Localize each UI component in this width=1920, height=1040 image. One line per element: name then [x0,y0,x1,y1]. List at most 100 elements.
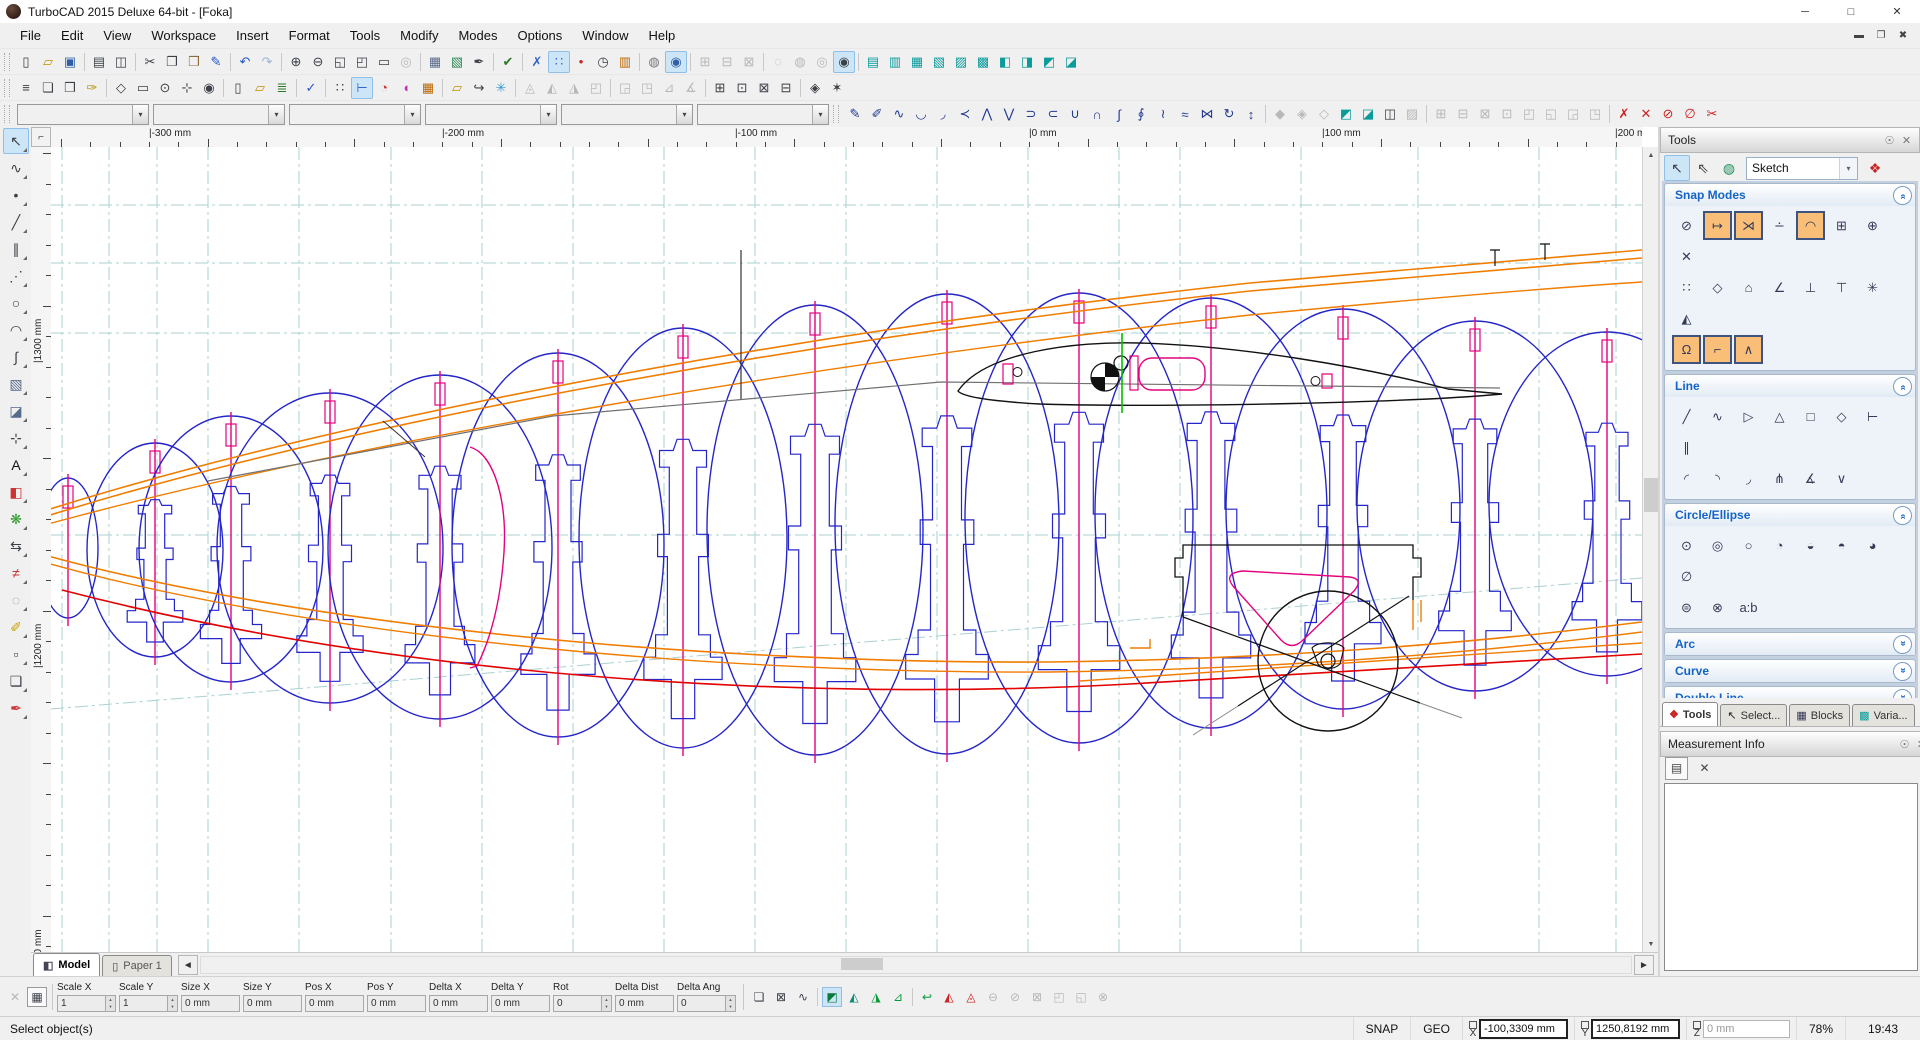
menu-options[interactable]: Options [507,25,572,46]
view-iso-se-icon[interactable]: ◩ [1038,51,1060,73]
audit-check-icon[interactable]: ✓ [300,77,322,99]
history-icon[interactable]: ◷ [592,51,614,73]
palette-tab-varia[interactable]: ▩Varia... [1852,704,1914,726]
line-polyline-icon[interactable]: ∿ [1704,403,1731,430]
palette-tab-select[interactable]: ↖Select... [1720,704,1787,726]
chevron-double-down-icon[interactable]: « [1893,689,1912,699]
workplane-wp-icon[interactable]: ◭ [844,987,864,1007]
menu-format[interactable]: Format [279,25,340,46]
geo-toggle[interactable]: GEO [1410,1017,1462,1040]
layer-folder-icon[interactable]: ▱ [249,77,271,99]
chevron-down-icon[interactable]: ▾ [540,105,556,124]
chevron-double-down-icon[interactable]: « [1893,635,1912,654]
chevron-down-icon[interactable]: ▾ [676,105,692,124]
maximize-button[interactable]: □ [1828,0,1874,23]
undo-icon[interactable]: ↶ [234,51,256,73]
offset-curve-icon[interactable]: ≺ [954,103,976,125]
attach-link-icon[interactable]: ⇆ [3,533,29,559]
move-icon[interactable]: ⊹ [3,425,29,451]
zoom-window-icon[interactable]: ◱ [329,51,351,73]
menu-modes[interactable]: Modes [448,25,507,46]
zoom-in-icon[interactable]: ⊕ [285,51,307,73]
save-icon[interactable]: ▣ [59,51,81,73]
field-input[interactable]: 0 mm [305,995,364,1012]
pin-icon[interactable]: ☉ [1896,736,1913,753]
construction-line-icon[interactable]: ⋰ [3,263,29,289]
circle-tan-arc-icon[interactable]: ∅ [1673,563,1700,590]
copy-entity-icon[interactable]: ❏ [37,77,59,99]
paste-icon[interactable]: ❒ [183,51,205,73]
pen-pattern-combo[interactable]: ▾ [289,104,421,125]
menu-edit[interactable]: Edit [51,25,93,46]
visualize-eye-icon[interactable]: ◉ [665,51,687,73]
insert-symbol-icon[interactable]: ❋ [3,506,29,532]
palette-tab-tools[interactable]: ❖Tools [1662,702,1718,726]
style-brush-icon[interactable]: ✑ [81,77,103,99]
field-input[interactable]: 0 mm [367,995,426,1012]
chamfer-icon[interactable]: ◞ [932,103,954,125]
select-window-icon[interactable]: ▭ [132,77,154,99]
tsquare-ortho-icon[interactable]: ⊢ [351,77,373,99]
section-header-double-line[interactable]: Double Line« [1665,687,1915,698]
section-header-circle-ellipse[interactable]: Circle/Ellipse« [1665,504,1915,526]
snap-tangent-icon[interactable]: ∠ [1766,274,1793,301]
ruler-origin-button[interactable]: ⌐ [31,127,51,147]
spell-check-icon[interactable]: ✔ [497,51,519,73]
scroll-down-button[interactable]: ▼ [1643,936,1659,952]
menu-workspace[interactable]: Workspace [141,25,226,46]
snap-no-snap-icon[interactable]: ⊘ [1673,212,1700,239]
pen-width-combo[interactable]: ▾ [153,104,285,125]
circle-double-point-icon[interactable]: ○ [1735,532,1762,559]
intersect-2d-icon[interactable]: ∩ [1086,103,1108,125]
chevron-double-up-icon[interactable]: « [1893,186,1912,205]
zoom-extents-icon[interactable]: ◰ [351,51,373,73]
modify-trim-icon[interactable]: ≠ [3,560,29,586]
section-header-curve[interactable]: Curve« [1665,660,1915,682]
union-2d-icon[interactable]: ∪ [1064,103,1086,125]
menu-help[interactable]: Help [639,25,686,46]
snap-angle-icon[interactable]: ∧ [1734,335,1763,364]
facet-side-icon[interactable]: ◫ [1379,103,1401,125]
view-right-icon[interactable]: ▨ [950,51,972,73]
palette-tab-blocks[interactable]: ▦Blocks [1789,704,1850,726]
mdi-close-button[interactable]: ✖ [1892,27,1914,45]
snap-workplane-icon[interactable]: ⊞ [1828,212,1855,239]
drawing-viewport[interactable] [51,147,1642,952]
sketch-polyline-icon[interactable]: ∿ [3,155,29,181]
field-input[interactable]: 0 mm [615,995,674,1012]
xds-snowflake-icon[interactable]: ✳ [490,77,512,99]
toolbar-grip[interactable] [833,105,839,123]
workplane-combo[interactable]: Sketch▾ [1746,157,1858,180]
circle-tan-from-point-icon[interactable]: ◓ [1828,532,1855,559]
line-polygon-icon[interactable]: ▷ [1735,403,1762,430]
circle-tan-to-line-icon[interactable]: ◒ [1797,532,1824,559]
erase-icon[interactable]: ◌ [3,587,29,613]
line-bisector-icon[interactable]: ∨ [1828,465,1855,492]
toolbox-icon[interactable]: ❖ [1862,155,1888,181]
edit-polyline-icon[interactable]: ✎ [844,103,866,125]
chevron-double-up-icon[interactable]: « [1893,377,1912,396]
selector-2d-icon[interactable]: ◭ [939,987,959,1007]
zoom-printed-size-icon[interactable]: ▭ [373,51,395,73]
view-front-icon[interactable]: ▥ [884,51,906,73]
snap-perpendicular-icon[interactable]: ⊥ [1797,274,1824,301]
view-iso-sw-icon[interactable]: ◪ [1060,51,1082,73]
chevron-double-up-icon[interactable]: « [1893,506,1912,525]
deselect-all-icon[interactable]: ✗ [526,51,548,73]
mirror-tool-icon[interactable]: ⋈ [1196,103,1218,125]
snap-extension-icon[interactable]: ⌐ [1703,335,1732,364]
circle-tan-3-icon[interactable]: ◕ [1859,532,1886,559]
menu-tools[interactable]: Tools [340,25,390,46]
copy-properties-icon[interactable]: ❏ [749,987,769,1007]
snap-face-icon[interactable]: ⌂ [1735,274,1762,301]
draw-freehand-icon[interactable]: ∿ [888,103,910,125]
properties-icon[interactable]: ≡ [15,77,37,99]
layer-combo[interactable]: ▾ [561,104,693,125]
field-input[interactable]: 0 mm [491,995,550,1012]
line-tangent-from-point-icon[interactable]: ◝ [1704,465,1731,492]
toolbar-grip[interactable] [4,79,10,97]
close-palette-icon[interactable]: ✕ [1898,132,1915,149]
cut-icon[interactable]: ✂ [139,51,161,73]
split-icon[interactable]: ⊃ [1020,103,1042,125]
paste-entity-icon[interactable]: ❒ [59,77,81,99]
